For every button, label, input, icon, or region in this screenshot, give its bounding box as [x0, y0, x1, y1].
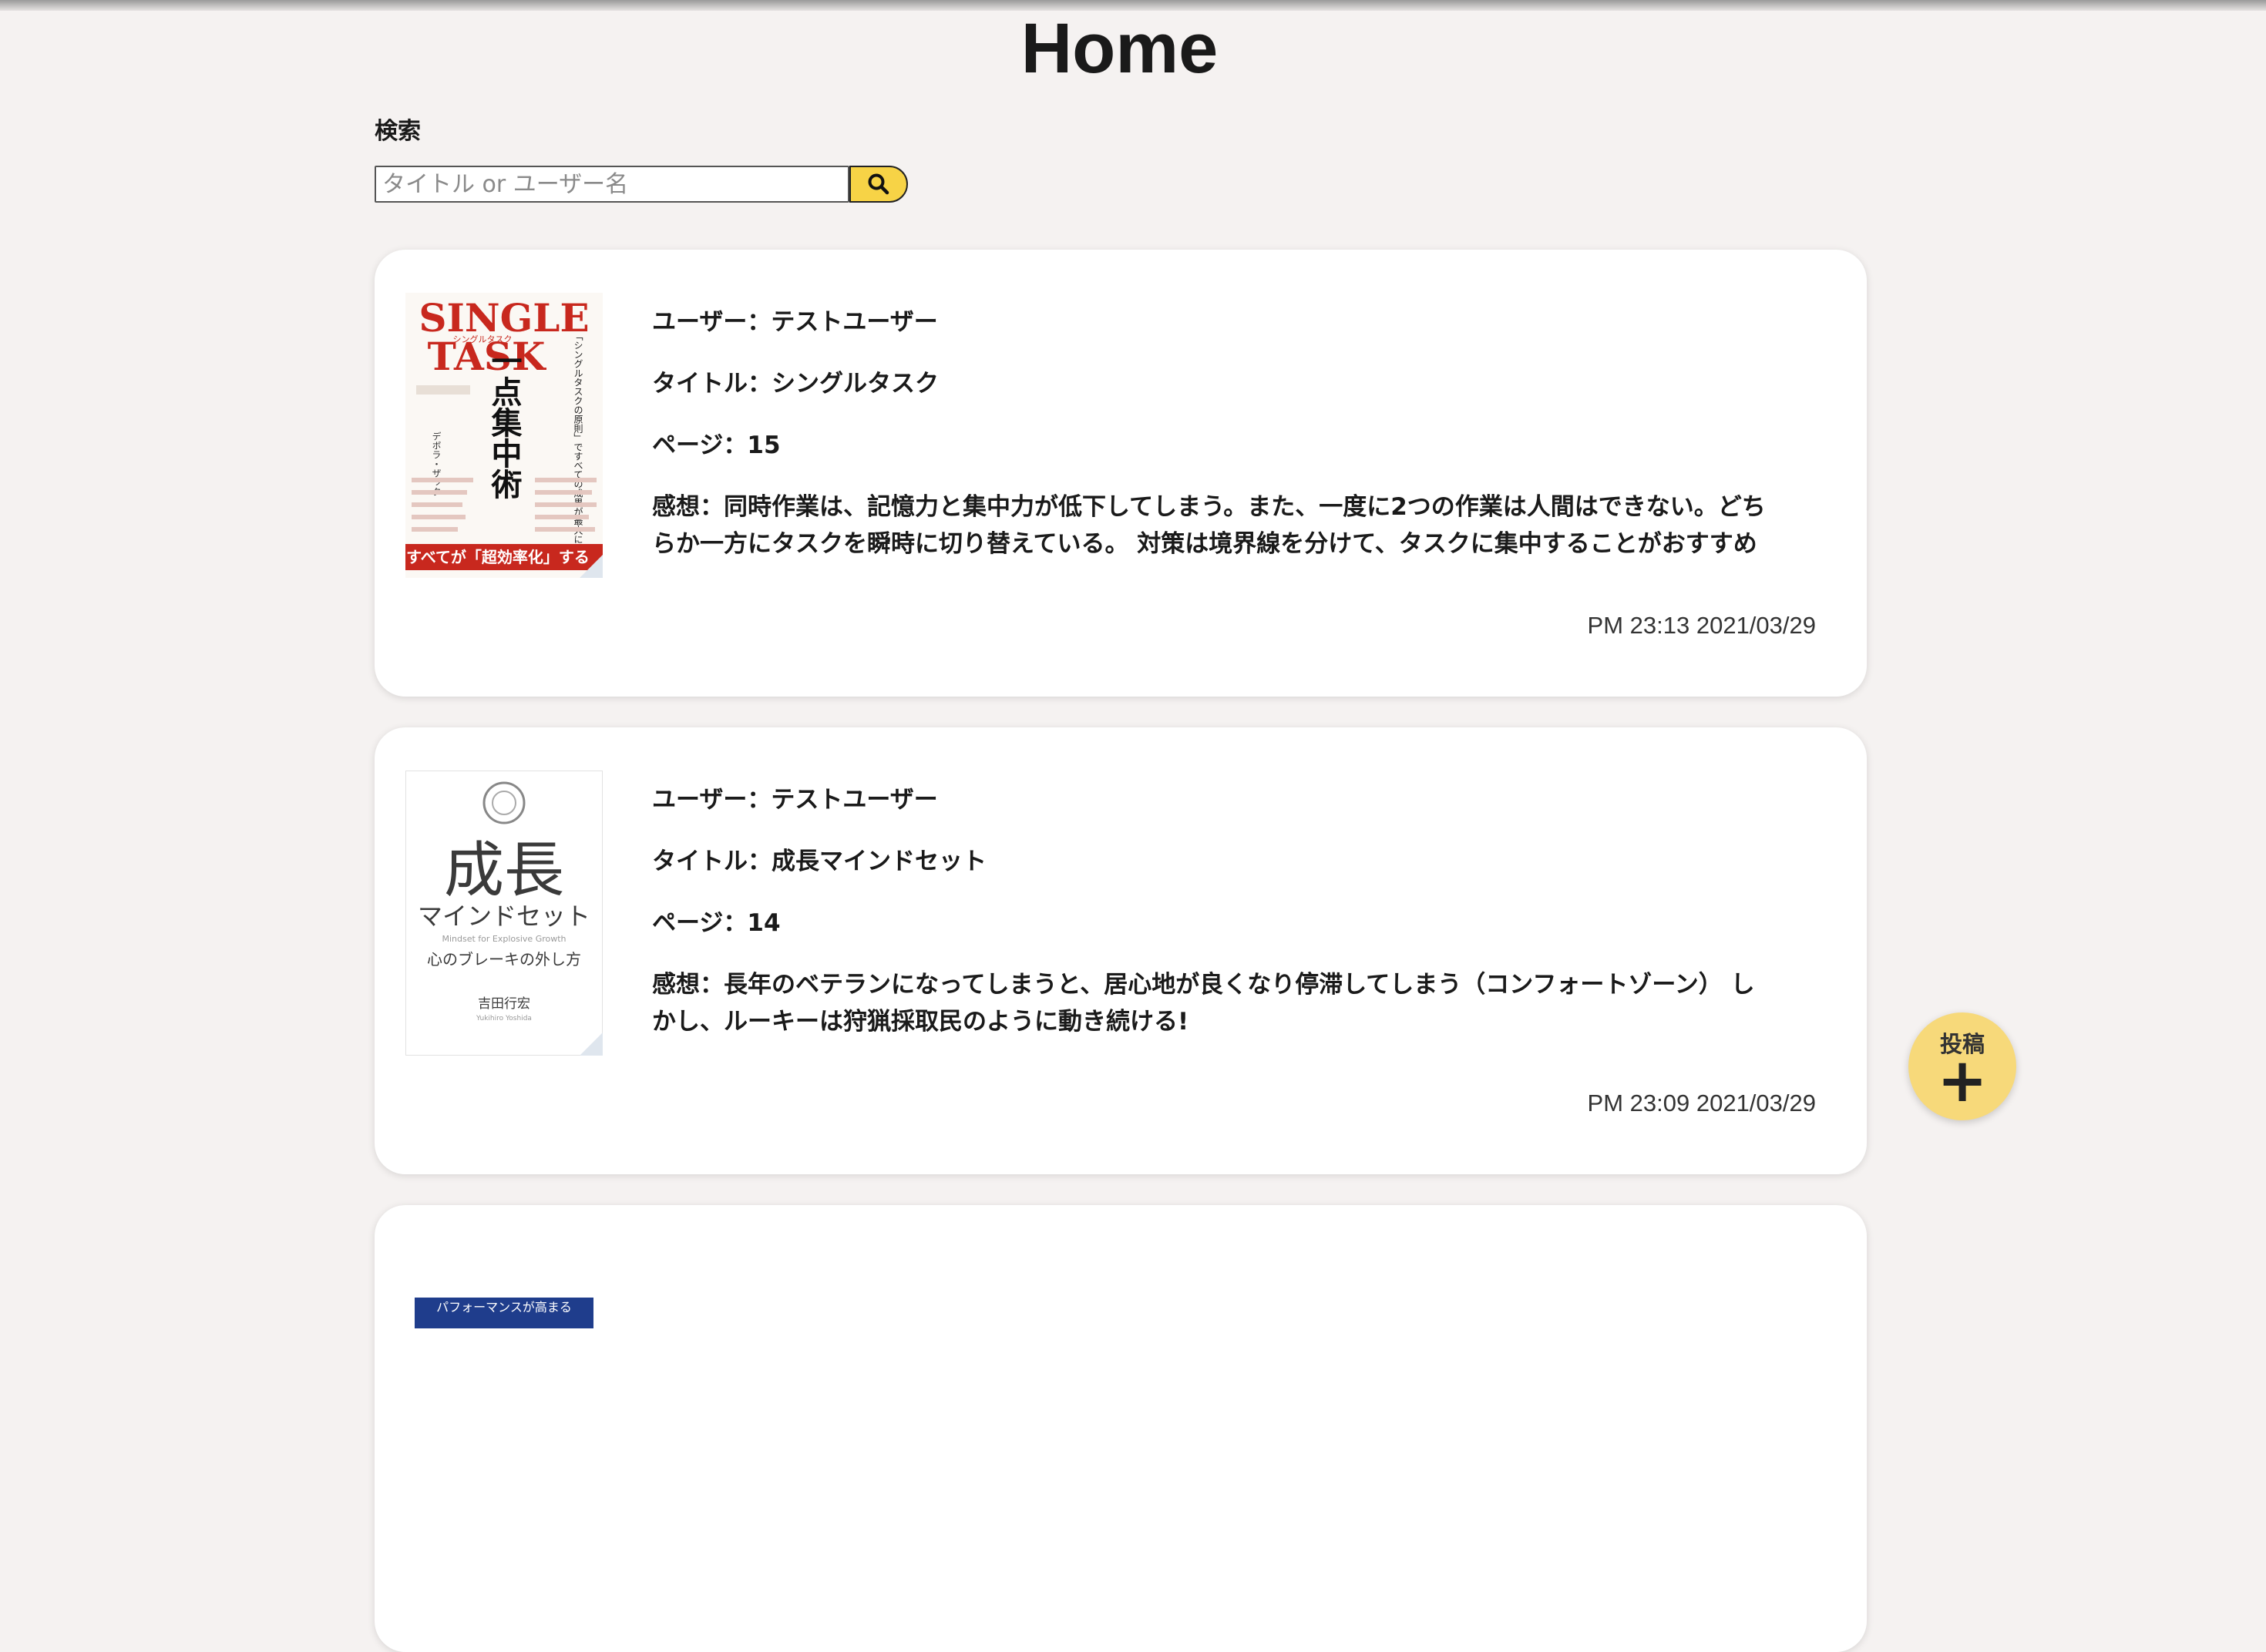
post-card[interactable]: 成長 マインドセット Mindset for Explosive Growth …: [375, 727, 1867, 1174]
cover-author-en: Yukihiro Yoshida: [476, 1015, 532, 1022]
post-user: ユーザー：テストユーザー: [652, 786, 938, 814]
post-pages: ページ：15: [652, 431, 781, 459]
cover-english: Mindset for Explosive Growth: [442, 934, 566, 944]
cover-author: 吉田行宏: [478, 996, 530, 1012]
book-cover-image: 成長 マインドセット Mindset for Explosive Growth …: [405, 771, 603, 1056]
post-impression: 感想：同時作業は、記憶力と集中力が低下してしまう。また、一度に2つの作業は人間は…: [652, 493, 1766, 558]
page-title: Home: [1020, 9, 1219, 88]
book-cover-image: SINGLE TASK シングルタスク 一点集中術 「シングルタスクの原則」です…: [405, 293, 603, 578]
post-pages: ページ：14: [652, 909, 781, 937]
search-bar: [375, 165, 908, 203]
post-timestamp: PM 23:13 2021/03/29: [1587, 612, 1816, 639]
post-details: ユーザー：テストユーザー タイトル：成長マインドセット ページ：14 感想：長年…: [652, 781, 1777, 1040]
post-timestamp: PM 23:09 2021/03/29: [1587, 1090, 1816, 1116]
cover-subtitle: 心のブレーキの外し方: [427, 950, 581, 969]
post-card[interactable]: SINGLE TASK シングルタスク 一点集中術 「シングルタスクの原則」です…: [375, 250, 1867, 697]
cover-author: デボラ・ザック: [431, 431, 442, 496]
plus-icon: +: [1937, 1046, 1988, 1116]
cover-vertical-title: 一点集中術: [486, 345, 523, 499]
post-title: タイトル：シングルタスク: [652, 370, 939, 398]
book-cover-image: パフォーマンスが高まる: [405, 1248, 603, 1533]
post-details: ユーザー：テストユーザー タイトル：シングルタスク ページ：15 感想：同時作業…: [652, 304, 1777, 562]
search-input[interactable]: [375, 166, 849, 203]
search-label: 検索: [375, 118, 421, 145]
search-button[interactable]: [849, 166, 908, 203]
cover-ruby: シングルタスク: [453, 334, 513, 344]
create-post-button[interactable]: 投稿 +: [1908, 1012, 2016, 1120]
post-card[interactable]: パフォーマンスが高まる: [375, 1205, 1867, 1652]
search-icon: [868, 173, 889, 195]
cover-band: すべてが「超効率化」する: [406, 548, 590, 566]
post-impression: 感想：長年のベテランになってしまうと、居心地が良くなり停滞してしまう（コンフォー…: [652, 971, 1755, 1036]
cover-title-big: 成長: [444, 836, 564, 905]
post-title: タイトル：成長マインドセット: [652, 848, 987, 875]
cover-title-sub: マインドセット: [418, 902, 590, 931]
cover-banner: パフォーマンスが高まる: [436, 1300, 572, 1315]
post-user: ユーザー：テストユーザー: [652, 308, 938, 336]
